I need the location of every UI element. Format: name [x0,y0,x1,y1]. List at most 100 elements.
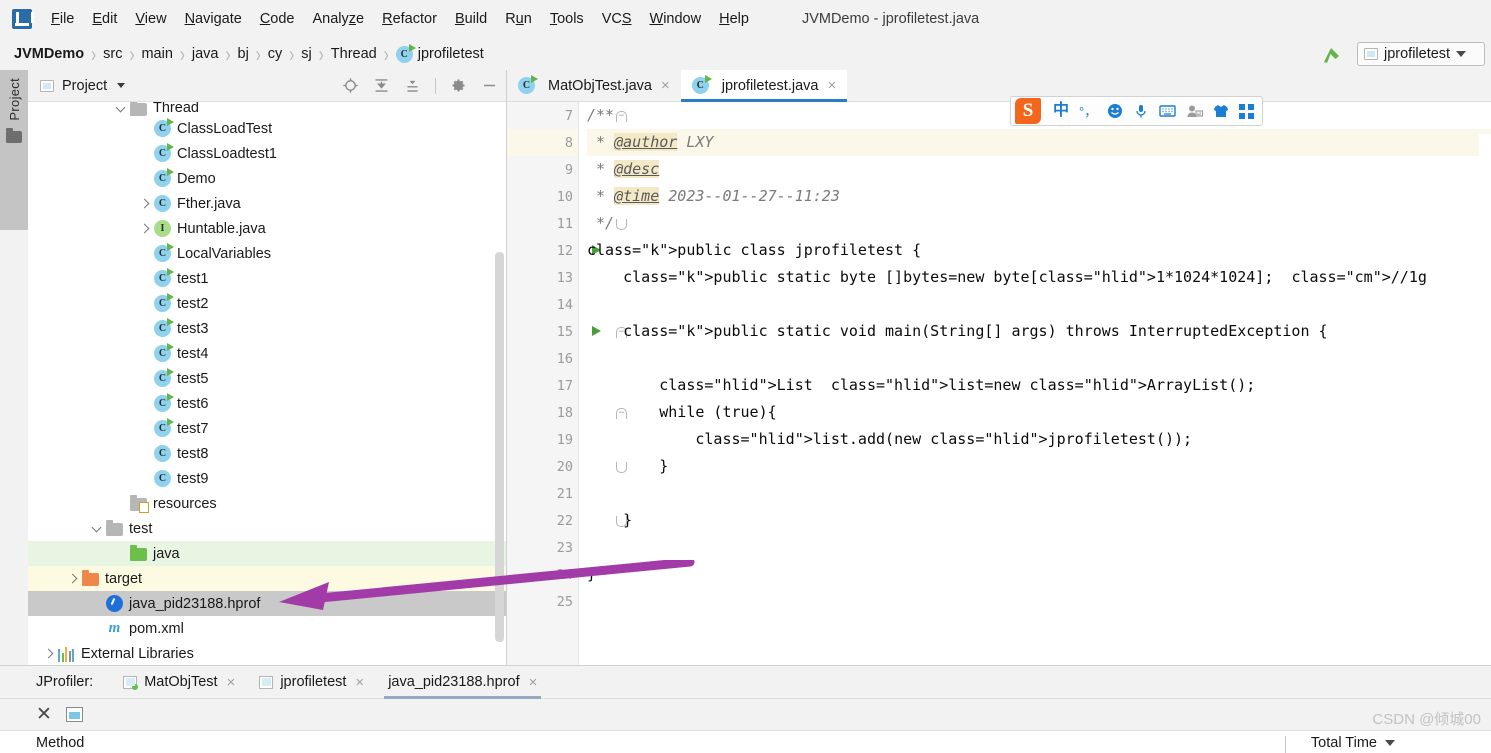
breadcrumb-item-bj[interactable]: bj [238,46,249,62]
close-icon[interactable]: × [355,675,364,690]
menu-item-refactor[interactable]: Refactor [373,8,446,30]
menu-item-run[interactable]: Run [496,8,541,30]
close-icon[interactable]: ✕ [36,705,52,724]
gutter-line-15[interactable]: 15− [507,318,627,345]
gutter-line-10[interactable]: 10 [507,183,579,210]
chevron-right-icon[interactable] [138,197,152,211]
tree-item-thread[interactable]: Thread [28,102,506,116]
editor-scrollbar[interactable] [1479,134,1491,665]
gutter-line-16[interactable]: 16 [507,345,579,372]
editor-gutter[interactable]: 7−8 9 10 11 12 13 14 15−16 17 18−19 20 21 22 23 24 25 [507,102,627,665]
settings-gear-icon[interactable] [450,77,467,94]
jprofiler-tab-jprofiletest[interactable]: jprofiletest × [247,666,376,699]
chevron-down-icon[interactable] [1456,51,1467,57]
tree-item-test8[interactable]: Ctest8 [28,441,506,466]
breadcrumb-item-jvmdemo[interactable]: JVMDemo [14,46,84,62]
tree-item-test7[interactable]: Ctest7 [28,416,506,441]
menu-item-edit[interactable]: Edit [83,8,126,30]
expand-all-icon[interactable] [373,77,390,94]
collapse-all-icon[interactable] [404,77,421,94]
chevron-down-icon[interactable] [90,522,104,536]
chinese-mode-icon[interactable]: 中 [1053,103,1069,119]
punctuation-icon[interactable]: °， [1079,105,1097,118]
jprofiler-tab-matobjtest[interactable]: MatObjTest × [111,666,247,699]
breadcrumb-item-jprofiletest[interactable]: jprofiletest [418,46,484,62]
locate-icon[interactable] [342,77,359,94]
breadcrumb-item-src[interactable]: src [103,46,122,62]
build-arrow-icon[interactable] [1319,43,1345,65]
gutter-line-12[interactable]: 12 [507,237,601,264]
chevron-right-icon[interactable] [138,222,152,236]
skin-icon[interactable] [1213,104,1229,118]
run-configuration-selector[interactable]: jprofiletest [1357,42,1485,66]
jprofiler-tab-java-pid23188-hprof[interactable]: java_pid23188.hprof × [376,666,549,699]
menu-item-analyze[interactable]: Analyze [304,8,374,30]
menu-item-window[interactable]: Window [641,8,711,30]
close-icon[interactable]: × [227,675,236,690]
tree-item-test6[interactable]: Ctest6 [28,391,506,416]
gutter-line-7[interactable]: 7− [507,102,627,129]
sort-descending-icon[interactable] [1385,740,1395,746]
gutter-line-18[interactable]: 18− [507,399,627,426]
emoji-icon[interactable] [1107,103,1123,119]
tree-item-demo[interactable]: C Demo [28,166,506,191]
menu-item-vcs[interactable]: VCS [593,8,641,30]
tree-item-huntable-java[interactable]: I Huntable.java [28,216,506,241]
tree-item-resources[interactable]: resources [28,491,506,516]
column-header-total-time[interactable]: Total Time [1311,735,1395,751]
close-icon[interactable]: × [529,675,538,690]
apps-grid-icon[interactable] [1239,103,1255,119]
gutter-line-17[interactable]: 17 [507,372,579,399]
menu-item-tools[interactable]: Tools [541,8,593,30]
project-view-chevron-down-icon[interactable] [117,83,126,88]
gutter-line-13[interactable]: 13 [507,264,579,291]
sidebar-item-project[interactable]: Project [0,70,28,230]
close-icon[interactable]: × [661,78,670,93]
breadcrumb-item-main[interactable]: main [141,46,172,62]
tree-item-test5[interactable]: Ctest5 [28,366,506,391]
tree-item-fther-java[interactable]: C Fther.java [28,191,506,216]
voice-input-icon[interactable] [1133,103,1149,119]
editor-tab-matobjtest-java[interactable]: C MatObjTest.java × [507,70,681,101]
gutter-line-9[interactable]: 9 [507,156,579,183]
chevron-right-icon[interactable] [42,647,56,661]
gutter-line-25[interactable]: 25 [507,588,579,615]
menu-item-view[interactable]: View [126,8,175,30]
tree-item-pom-xml[interactable]: m pom.xml [28,616,506,641]
gutter-line-14[interactable]: 14 [507,291,579,318]
tree-item-localvariables[interactable]: C LocalVariables [28,241,506,266]
menu-item-help[interactable]: Help [710,8,758,30]
user-icon[interactable] [1186,104,1204,119]
tree-item-classloadtest1[interactable]: C ClassLoadtest1 [28,141,506,166]
tree-item-test9[interactable]: Ctest9 [28,466,506,491]
code-editor[interactable]: 7−8 9 10 11 12 13 14 15−16 17 18−19 20 21 22 23 24 25 /… [507,102,1491,665]
menu-item-file[interactable]: File [42,8,83,30]
breadcrumb-item-java[interactable]: java [192,46,219,62]
gutter-line-20[interactable]: 20 [507,453,627,480]
tree-item-test[interactable]: test [28,516,506,541]
gutter-line-22[interactable]: 22 [507,507,627,534]
tree-item-test3[interactable]: Ctest3 [28,316,506,341]
chevron-right-icon[interactable] [66,572,80,586]
tree-item-external-libraries[interactable]: External Libraries [28,641,506,665]
breadcrumb-item-cy[interactable]: cy [268,46,283,62]
project-tree[interactable]: Thread C ClassLoadTest C ClassLoadtest1 C Demo… [28,102,506,665]
soft-keyboard-icon[interactable] [1159,104,1176,118]
hide-icon[interactable] [481,77,498,94]
tree-item-test1[interactable]: Ctest1 [28,266,506,291]
sogou-ime-toolbar[interactable]: S 中 °， [1010,96,1264,126]
gutter-line-21[interactable]: 21 [507,480,579,507]
tree-item-classloadtest[interactable]: C ClassLoadTest [28,116,506,141]
restore-window-icon[interactable] [65,707,83,722]
tree-item-test2[interactable]: Ctest2 [28,291,506,316]
tree-item-java[interactable]: java [28,541,506,566]
sogou-logo-icon[interactable]: S [1015,98,1041,124]
code-content[interactable]: /** * @author LXY * @desc * @time 2023--… [579,102,1491,665]
menu-item-build[interactable]: Build [446,8,496,30]
breadcrumb-item-sj[interactable]: sj [301,46,311,62]
editor-tab-jprofiletest-java[interactable]: Cjprofiletest.java × [680,70,848,102]
gutter-line-24[interactable]: 24 [507,561,579,588]
gutter-line-19[interactable]: 19 [507,426,579,453]
gutter-line-8[interactable]: 8 [507,129,579,156]
menu-item-code[interactable]: Code [251,8,304,30]
